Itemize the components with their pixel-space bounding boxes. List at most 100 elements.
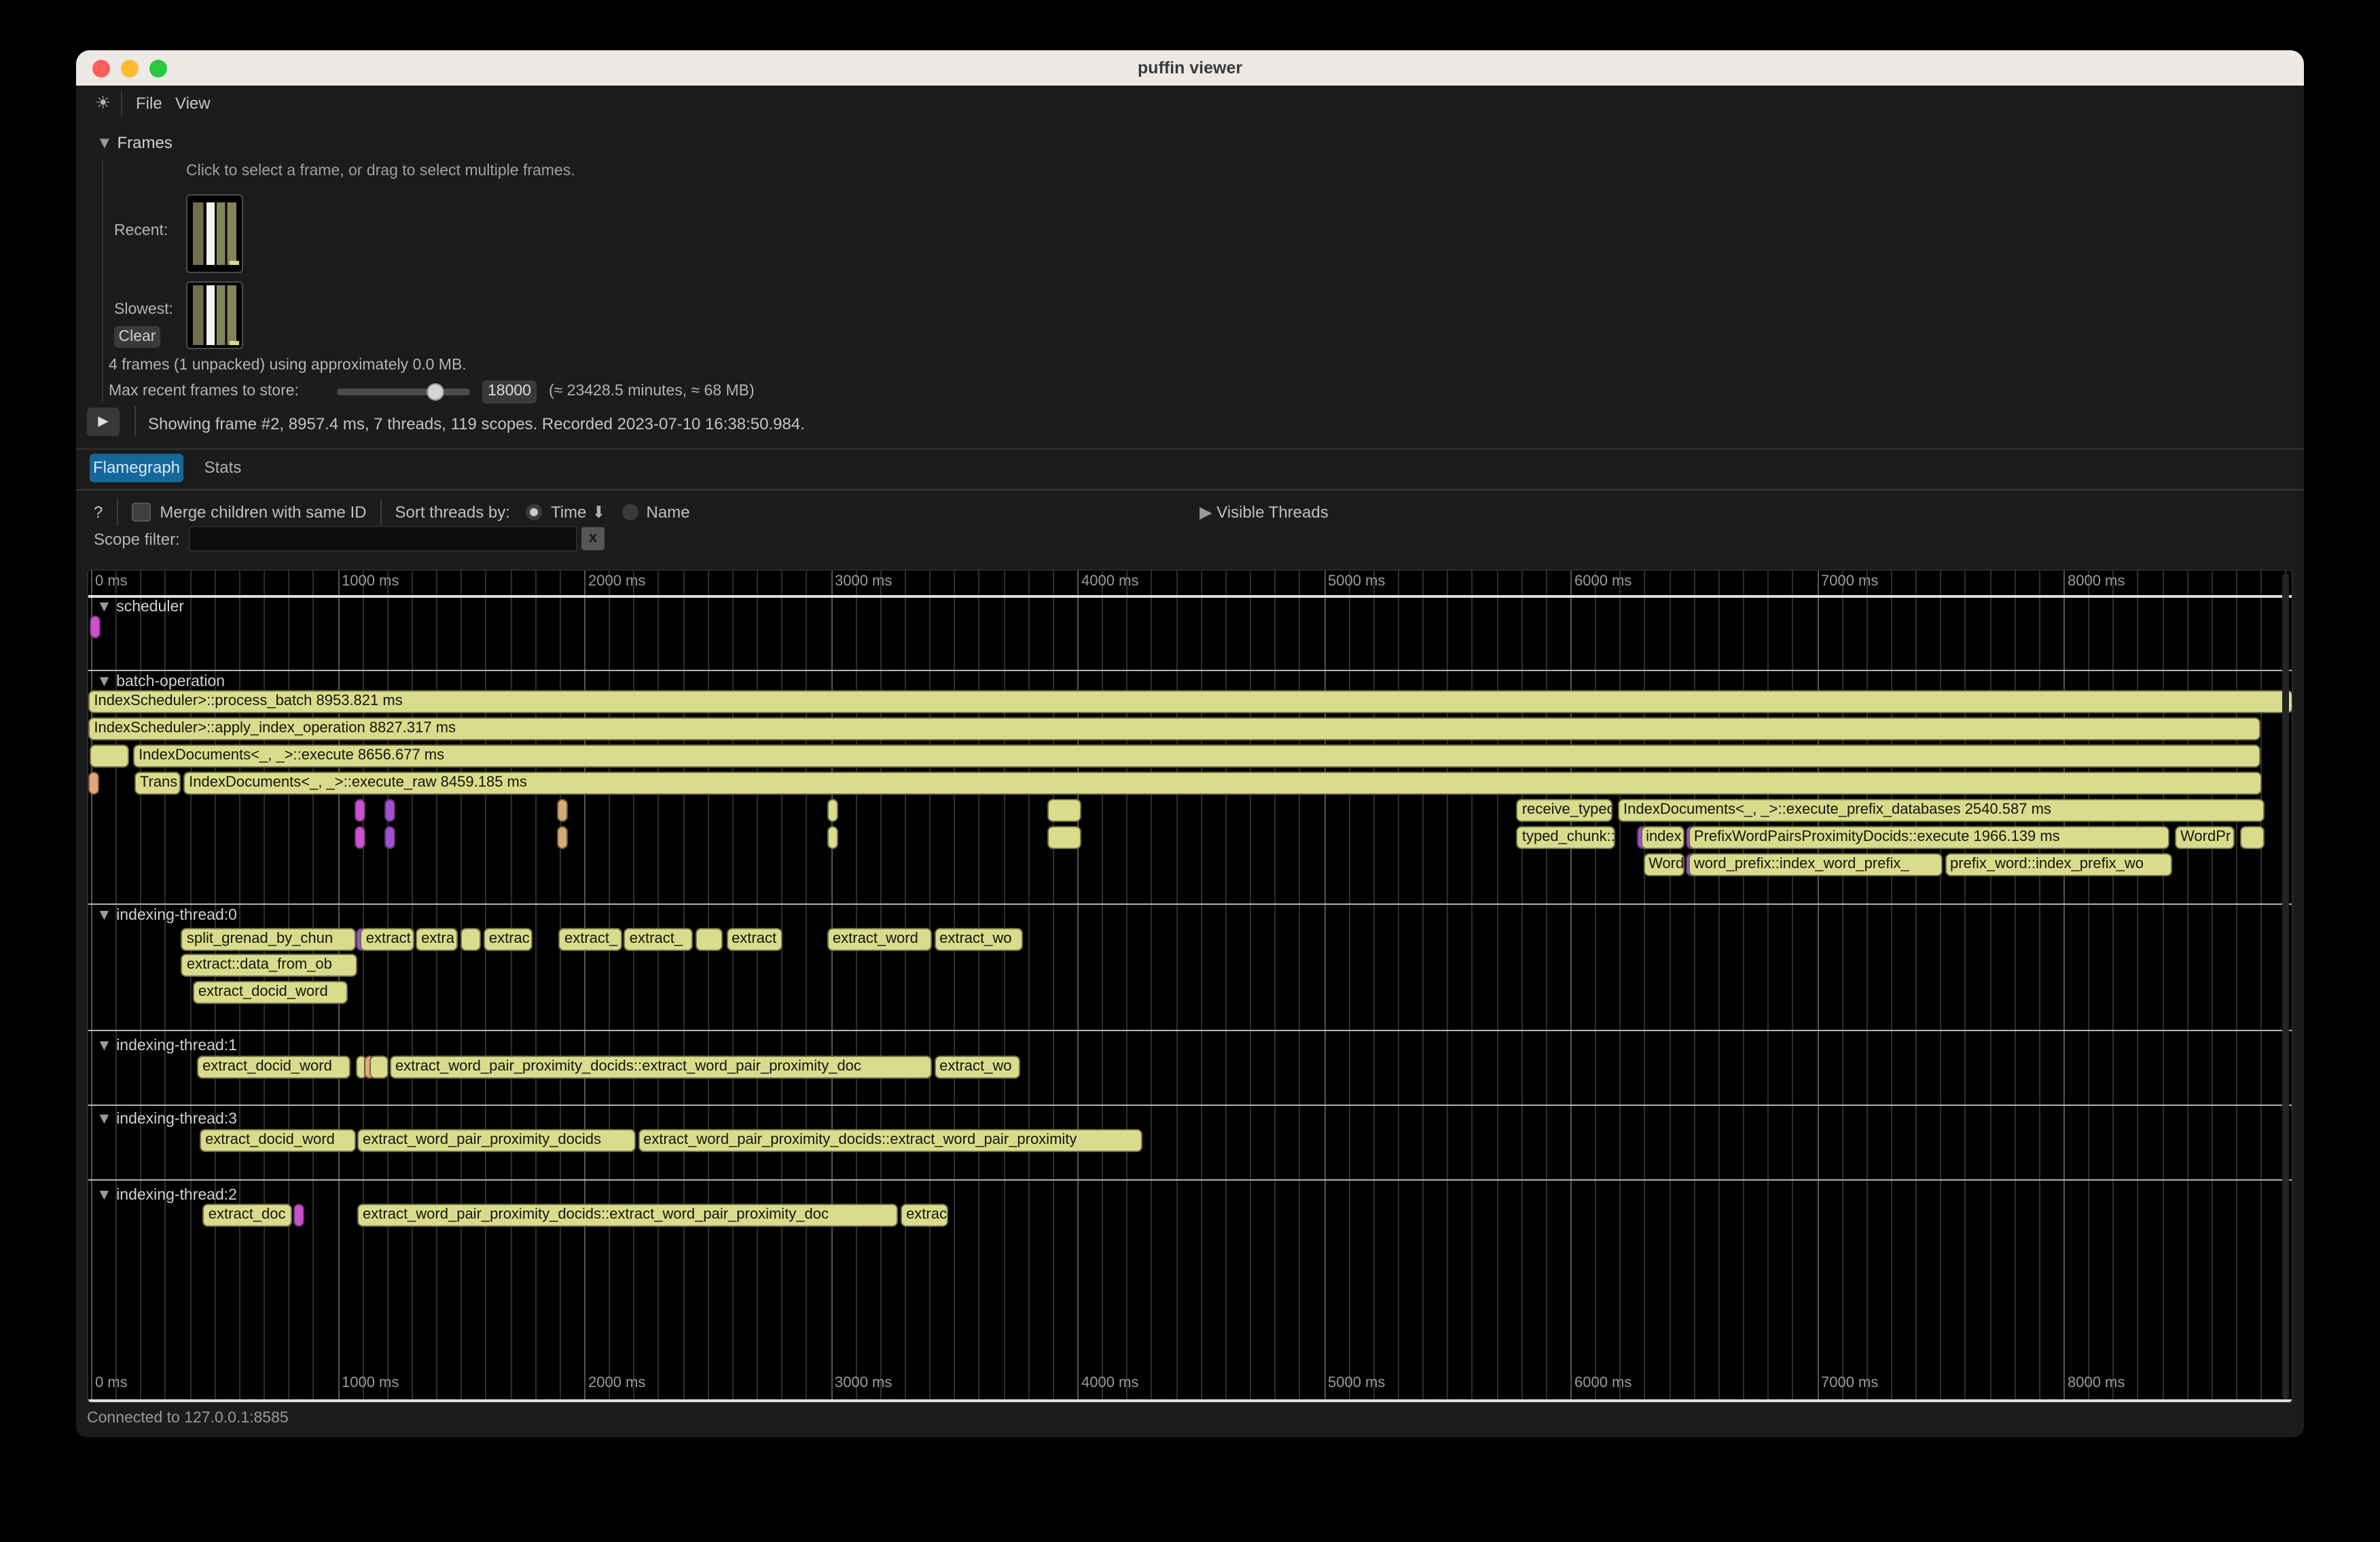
flame-bar[interactable]: WordPr: [2175, 826, 2235, 849]
thread-section-header[interactable]: ▼ scheduler: [96, 599, 184, 615]
clear-button[interactable]: Clear: [114, 326, 160, 348]
collapse-triangle-icon: ▼: [96, 133, 113, 152]
axis-tick-label: 6000 ms: [1574, 1375, 1631, 1391]
flame-bar[interactable]: index: [1640, 826, 1685, 849]
sort-name-label[interactable]: Name: [647, 503, 690, 522]
flame-bar[interactable]: extrac: [901, 1204, 949, 1227]
flame-bar[interactable]: [557, 799, 568, 822]
axis-tick-label: 0 ms: [95, 1375, 128, 1391]
frames-section-header[interactable]: ▼ Frames: [96, 133, 173, 152]
flame-bar[interactable]: IndexScheduler>::apply_index_operation 8…: [88, 717, 2260, 740]
flame-bar[interactable]: [293, 1204, 304, 1227]
sort-time-radio[interactable]: [526, 504, 543, 520]
merge-children-label: Merge children with same ID: [160, 503, 366, 522]
flame-bar[interactable]: [90, 615, 101, 639]
scope-filter-input[interactable]: [189, 526, 577, 552]
thread-section-header[interactable]: ▼ indexing-thread:0: [96, 908, 237, 924]
flame-bar[interactable]: [355, 799, 365, 822]
flame-bar[interactable]: [89, 745, 130, 768]
flame-bar[interactable]: split_grenad_by_chun: [181, 927, 356, 950]
flame-bar[interactable]: [369, 1055, 388, 1078]
max-frames-slider[interactable]: [337, 389, 470, 395]
flame-bar[interactable]: [1047, 799, 1081, 822]
flame-bar[interactable]: extra: [416, 927, 458, 950]
tab-stats[interactable]: Stats: [196, 454, 250, 482]
tab-flamegraph[interactable]: Flamegraph: [90, 454, 183, 482]
flame-bar[interactable]: [827, 826, 839, 849]
flame-bar[interactable]: Trans: [134, 772, 181, 795]
flame-bar[interactable]: [2240, 826, 2265, 849]
flame-bar[interactable]: IndexDocuments<_, _>::execute_prefix_dat…: [1618, 799, 2265, 822]
flame-bar[interactable]: word_prefix::index_word_prefix_: [1689, 853, 1942, 876]
flame-bar[interactable]: extract_: [559, 927, 622, 950]
thread-section-header[interactable]: ▼ indexing-thread:3: [96, 1111, 237, 1128]
sort-direction-arrow-icon[interactable]: ⬇: [592, 503, 605, 522]
flame-bar[interactable]: [88, 772, 99, 795]
frame-thumbnail-tick: [230, 261, 239, 265]
flame-bar[interactable]: extract_word_pair_proximity_docids::extr…: [390, 1055, 932, 1078]
flame-bar[interactable]: extract_word_pair_proximity_docids::extr…: [638, 1129, 1143, 1152]
menu-bar: ☀ File View: [76, 86, 2304, 122]
thread-section-header[interactable]: ▼ indexing-thread:1: [96, 1038, 237, 1054]
flame-bar[interactable]: extract_docid_word: [200, 1129, 356, 1152]
flame-bar[interactable]: [355, 826, 365, 849]
flame-bar[interactable]: extract: [726, 927, 783, 950]
flame-bar[interactable]: [385, 799, 396, 822]
thread-section-header[interactable]: ▼ batch-operation: [96, 674, 225, 690]
thread-section-header[interactable]: ▼ indexing-thread:2: [96, 1187, 237, 1204]
flame-bar[interactable]: IndexDocuments<_, _>::execute_raw 8459.1…: [183, 772, 2262, 795]
flame-bar[interactable]: [460, 927, 480, 950]
flame-bar[interactable]: extract_: [624, 927, 693, 950]
flame-bar[interactable]: extract_docid_word: [197, 1055, 350, 1078]
flame-bar[interactable]: prefix_word::index_prefix_wo: [1945, 853, 2172, 876]
flame-bar[interactable]: extract_wo: [934, 1055, 1020, 1078]
recent-frame-thumbnail[interactable]: [186, 194, 243, 273]
menu-item-file[interactable]: File: [136, 94, 162, 113]
axis-tick-label: 6000 ms: [1574, 573, 1631, 590]
axis-tick-label: 4000 ms: [1081, 573, 1138, 590]
axis-tick-label: 5000 ms: [1328, 1375, 1385, 1391]
app-root: puffin viewer ☀ File View ▼ Frames Click…: [0, 0, 2380, 1542]
scrollbar[interactable]: [2282, 573, 2289, 1399]
flame-bar[interactable]: [385, 826, 396, 849]
flamegraph-panel[interactable]: 0 ms0 ms1000 ms1000 ms2000 ms2000 ms3000…: [87, 569, 2293, 1403]
flame-bar[interactable]: extract_word: [827, 927, 933, 950]
play-button[interactable]: ▶: [87, 408, 120, 436]
max-frames-value[interactable]: 18000: [482, 380, 537, 404]
flame-bar[interactable]: [696, 927, 723, 950]
menu-item-view[interactable]: View: [175, 94, 211, 113]
section-separator: [88, 670, 2292, 671]
merge-children-checkbox[interactable]: [131, 503, 150, 522]
flame-bar[interactable]: extract_wo: [934, 927, 1024, 950]
settings-sun-icon[interactable]: ☀: [95, 92, 111, 114]
flame-bar[interactable]: IndexScheduler>::process_batch 8953.821 …: [88, 690, 2292, 713]
flame-bar[interactable]: extract_doc: [203, 1204, 292, 1227]
frames-header-label: Frames: [117, 133, 172, 152]
slowest-label: Slowest:: [114, 302, 173, 318]
axis-tick-label: 8000 ms: [2068, 1375, 2125, 1391]
flame-bar[interactable]: extract_docid_word: [193, 980, 348, 1003]
flame-bar[interactable]: [1047, 826, 1081, 849]
flame-bar[interactable]: extract::data_from_ob: [181, 953, 357, 976]
flame-bar[interactable]: extract_word_pair_proximity_docids::extr…: [357, 1204, 899, 1227]
flame-bar[interactable]: typed_chunk::w: [1517, 826, 1615, 849]
visible-threads-header[interactable]: ▶ Visible Threads: [1200, 503, 1329, 522]
flame-bar[interactable]: [557, 826, 568, 849]
flame-bar[interactable]: receive_typed_: [1517, 799, 1612, 822]
axis-tick-label: 7000 ms: [1821, 1375, 1878, 1391]
slowest-frame-thumbnail[interactable]: [186, 281, 243, 349]
flame-bar[interactable]: extract_word_pair_proximity_docids: [357, 1129, 636, 1152]
frame-thumbnail-bars: [193, 285, 236, 345]
flame-bar[interactable]: PrefixWordPairsProximityDocids::execute …: [1689, 826, 2169, 849]
clear-filter-button[interactable]: x: [581, 527, 605, 550]
slider-knob[interactable]: [427, 383, 444, 401]
sort-time-label[interactable]: Time: [551, 503, 586, 522]
flame-bar[interactable]: extrac: [484, 927, 533, 950]
flame-bar[interactable]: extract: [361, 927, 414, 950]
help-button[interactable]: ?: [94, 503, 103, 522]
flame-bar[interactable]: Word: [1643, 853, 1685, 876]
flame-bar[interactable]: [827, 799, 839, 822]
flame-bar[interactable]: IndexDocuments<_, _>::execute 8656.677 m…: [133, 745, 2260, 768]
sort-name-radio[interactable]: [622, 504, 638, 520]
frame-thumbnail-bars: [193, 202, 236, 265]
